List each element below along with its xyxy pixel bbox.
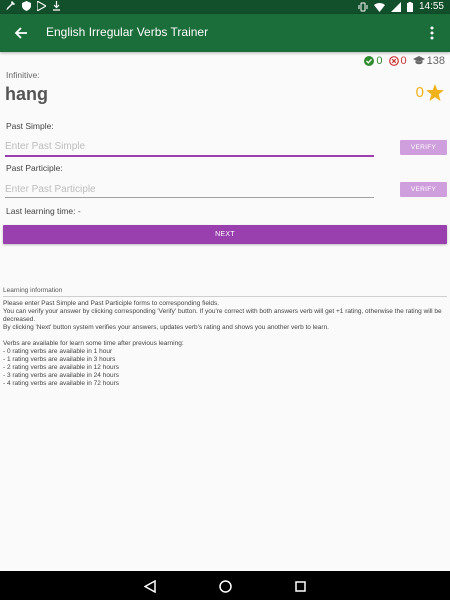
verify-past-participle-button[interactable]: VERIFY bbox=[400, 182, 447, 197]
app-title: English Irregular Verbs Trainer bbox=[46, 25, 209, 39]
arrow-back-icon[interactable] bbox=[10, 22, 32, 44]
infinitive-label: Infinitive: bbox=[6, 70, 40, 80]
battery-icon bbox=[406, 1, 413, 12]
last-learning-time: Last learning time: - bbox=[6, 206, 81, 216]
stats-bar: 0 0 138 bbox=[364, 55, 445, 67]
info-line: - 4 rating verbs are available in 72 hou… bbox=[3, 380, 119, 387]
nav-recents-icon[interactable] bbox=[292, 578, 308, 594]
info-line: - 3 rating verbs are available in 24 hou… bbox=[3, 372, 119, 379]
verify-past-simple-button[interactable]: VERIFY bbox=[400, 140, 447, 155]
status-bar: 14:55 bbox=[0, 0, 450, 14]
verb-word: hang bbox=[5, 84, 48, 104]
more-vert-icon[interactable] bbox=[422, 22, 442, 44]
check-circle-icon bbox=[364, 56, 375, 66]
info-header: Learning information bbox=[3, 287, 63, 294]
info-line: You can verify your answer by clicking c… bbox=[3, 308, 442, 323]
wrench-icon bbox=[6, 1, 16, 11]
past-participle-input[interactable] bbox=[5, 181, 374, 198]
past-simple-label: Past Simple: bbox=[6, 121, 54, 131]
vibrate-icon bbox=[358, 2, 368, 12]
correct-count: 0 bbox=[364, 55, 383, 67]
verb-rating: 0 bbox=[416, 84, 444, 101]
past-simple-input[interactable] bbox=[5, 138, 374, 155]
download-icon bbox=[52, 1, 61, 11]
navigation-bar bbox=[0, 571, 450, 600]
nav-back-icon[interactable] bbox=[142, 578, 158, 594]
past-simple-underline bbox=[5, 155, 374, 157]
past-participle-underline bbox=[5, 197, 374, 198]
cancel-circle-icon bbox=[388, 56, 399, 66]
app-bar: English Irregular Verbs Trainer bbox=[0, 14, 450, 52]
signal-icon bbox=[390, 1, 401, 12]
wrong-count: 0 bbox=[388, 55, 407, 67]
info-divider bbox=[3, 296, 447, 297]
total-count: 138 bbox=[412, 55, 445, 67]
info-line: - 1 rating verbs are available in 3 hour… bbox=[3, 356, 116, 363]
info-line: - 0 rating verbs are available in 1 hour bbox=[3, 348, 113, 355]
past-participle-label: Past Participle: bbox=[6, 163, 63, 173]
shield-icon bbox=[22, 1, 31, 11]
next-button[interactable]: NEXT bbox=[3, 225, 447, 244]
star-icon bbox=[426, 84, 444, 101]
info-text: Please enter Past Simple and Past Partic… bbox=[3, 300, 447, 388]
info-line: - 2 rating verbs are available in 12 hou… bbox=[3, 364, 119, 371]
info-line: By clicking 'Next' button system verifie… bbox=[3, 324, 329, 331]
graduation-cap-icon bbox=[412, 56, 425, 65]
play-store-icon bbox=[37, 1, 46, 11]
nav-home-icon[interactable] bbox=[217, 578, 233, 594]
rating-value: 0 bbox=[415, 84, 424, 101]
status-time: 14:55 bbox=[418, 1, 444, 12]
info-line: Verbs are available for learn some time … bbox=[3, 340, 184, 347]
wifi-icon bbox=[373, 2, 385, 12]
info-line: Please enter Past Simple and Past Partic… bbox=[3, 300, 220, 307]
